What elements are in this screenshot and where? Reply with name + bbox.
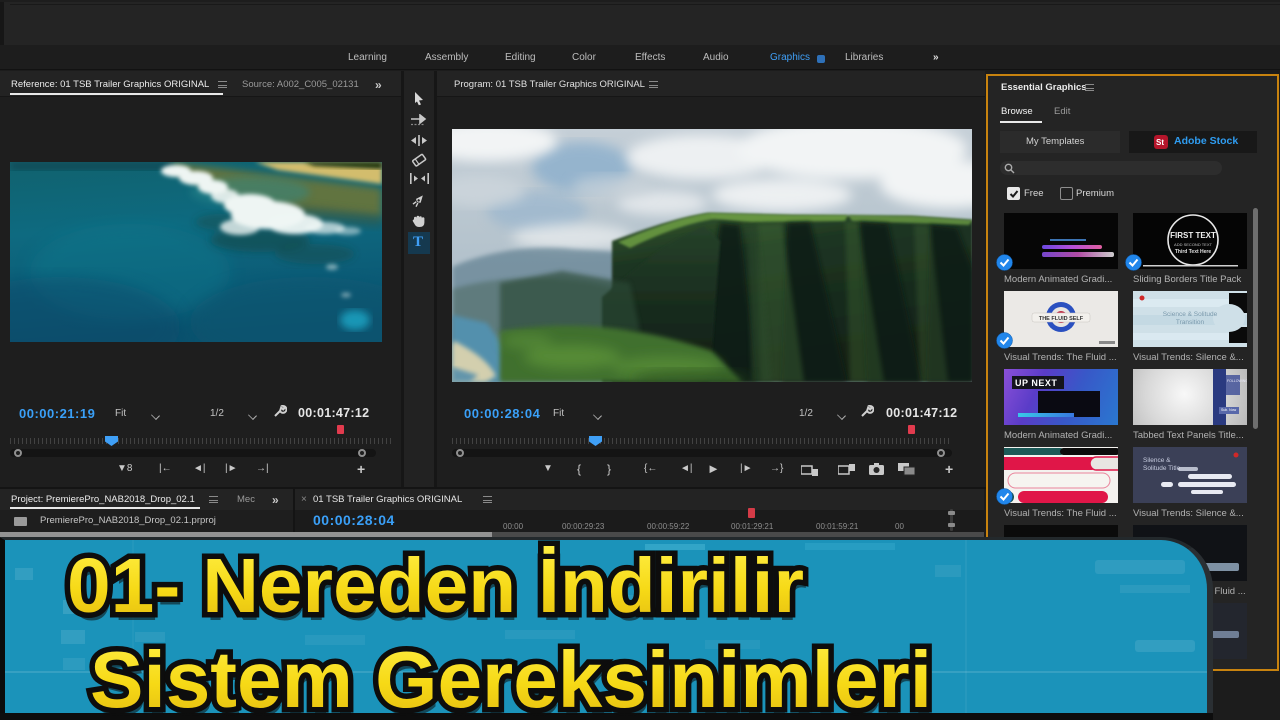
svg-text:Transition: Transition xyxy=(1176,319,1205,326)
svg-text:01- Nereden İndirilir: 01- Nereden İndirilir xyxy=(67,543,804,629)
svg-text:Third Text Here: Third Text Here xyxy=(1175,249,1212,255)
svg-text:Silence &: Silence & xyxy=(1143,457,1171,464)
svg-text:Sistem Gereksinimleri: Sistem Gereksinimleri xyxy=(90,635,932,720)
svg-text:ADD SECOND TEXT: ADD SECOND TEXT xyxy=(1174,242,1212,247)
svg-text:THE FLUID SELF: THE FLUID SELF xyxy=(1039,316,1084,322)
svg-text:Solitude Title: Solitude Title xyxy=(1143,465,1181,472)
svg-text:FIRST TEXT: FIRST TEXT xyxy=(1170,231,1216,240)
svg-text:Science & Solitude: Science & Solitude xyxy=(1163,311,1218,318)
